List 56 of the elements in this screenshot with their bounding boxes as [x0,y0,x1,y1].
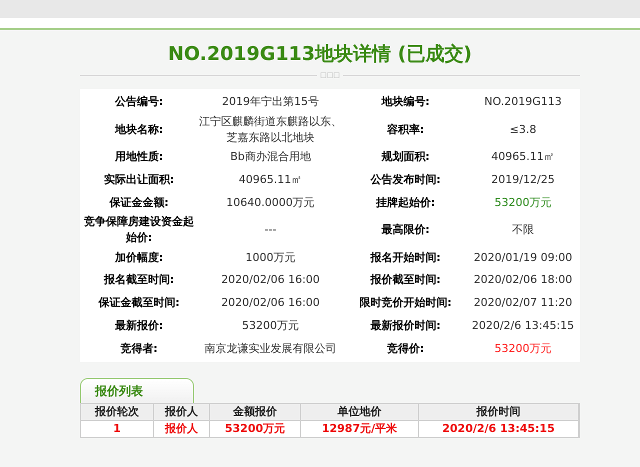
field-value: 不限 [511,222,535,238]
field-label: 容积率: [386,122,426,138]
field-value: Bb商办混合用地 [229,149,312,166]
field-label: 最高限价: [380,222,431,238]
field-label: 最新报价: [114,318,164,334]
table-cell: 53200万元 [210,421,301,438]
field-label: 用地性质: [114,149,164,166]
table-cell: 1 [81,421,154,438]
field-label: 报名开始时间: [369,250,442,266]
field-label: 保证金截至时间: [97,295,181,312]
field-label: 竞争保障房建设资金起始价: [83,214,195,246]
table-cell: 12987元/平米 [301,421,419,438]
column-header: 金额报价 [210,404,301,420]
field-label: 地块名称: [114,122,164,138]
field-label: 公告编号: [114,94,164,110]
field-value: 2020/2/6 13:45:15 [470,318,576,334]
field-value: 53200万元 [241,318,300,334]
page-title: NO.2019G113地块详情 (已成交) [168,42,472,67]
field-value: 2020/01/19 09:00 [472,250,574,266]
field-label: 最新报价时间: [369,318,442,334]
field-label: 实际出让面积: [102,172,176,188]
field-label: 规划面积: [380,149,431,166]
field-value: 2020/02/06 16:00 [220,272,321,288]
field-value: 南京龙谦实业发展有限公司 [204,340,338,357]
bid-list-tab[interactable]: 报价列表 [80,378,194,404]
field-value: 江宁区麒麟街道东麒路以东、芝嘉东路以北地块 [198,114,343,146]
field-label: 加价幅度: [114,250,164,266]
field-label: 竞得者: [119,340,159,357]
field-value: 2020/02/07 11:20 [472,295,574,312]
field-value: ≤3.8 [508,122,538,138]
table-cell: 报价人 [154,421,210,438]
column-header: 报价轮次 [81,404,154,420]
field-value: NO.2019G113 [483,94,563,110]
column-header: 报价时间 [419,404,579,420]
field-value: 2019/12/25 [490,172,556,188]
field-value: 10640.0000万元 [225,194,316,211]
table-cell: 2020/2/6 13:45:15 [419,421,579,438]
field-label: 竞得价: [386,340,426,357]
field-value: 53200万元 [494,340,552,357]
field-value: 40965.11㎡ [238,172,304,188]
field-label: 地块编号: [380,94,431,110]
field-value: 53200万元 [494,194,552,211]
field-value: 1000万元 [244,250,296,266]
field-value: 2020/02/06 16:00 [220,295,321,312]
field-value: 40965.11㎡ [490,149,556,166]
field-value: --- [264,222,278,238]
column-header: 报价人 [154,404,210,420]
field-label: 限时竞价开始时间: [358,295,453,312]
column-header: 单位地价 [301,404,419,420]
field-label: 报价截至时间: [369,272,442,288]
field-label: 公告发布时间: [369,172,442,188]
field-value: 2019年宁出第15号 [221,94,320,110]
field-value: 2020/02/06 18:00 [472,272,574,288]
field-label: 报名截至时间: [102,272,176,288]
field-label: 挂牌起始价: [374,194,436,211]
field-label: 保证金金额: [108,194,170,211]
